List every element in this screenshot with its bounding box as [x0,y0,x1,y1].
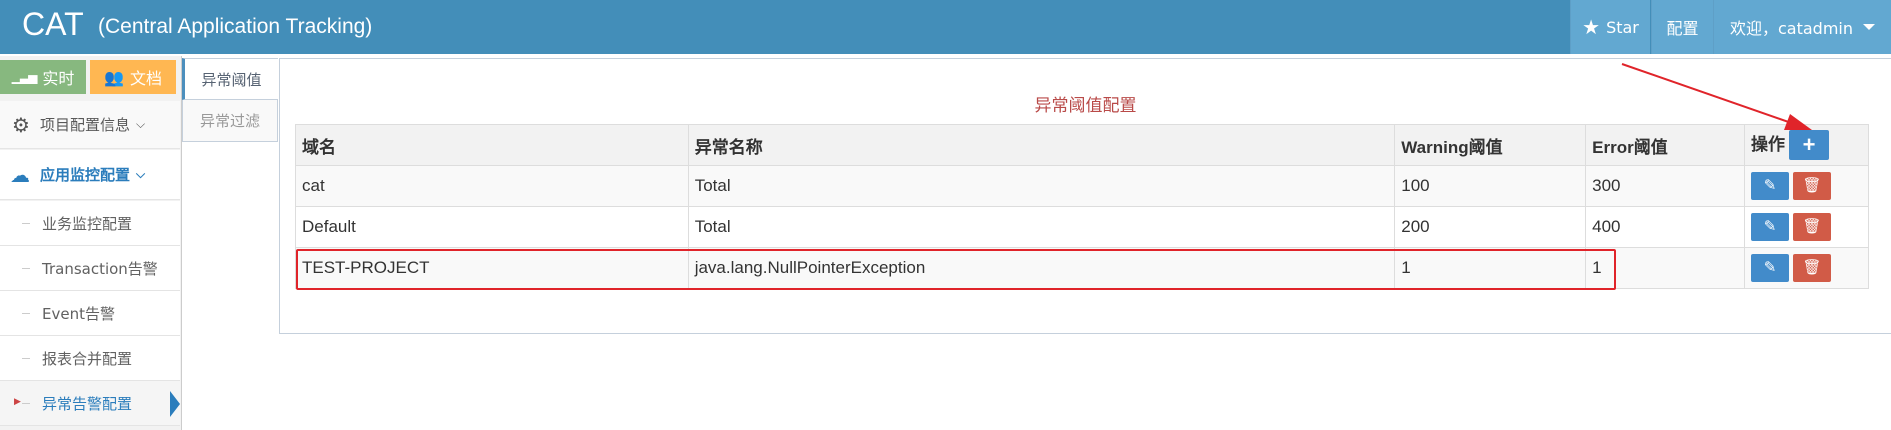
sidebar-subitem[interactable]: 业务监控配置 [0,201,180,246]
column-header: Error阈值 [1585,124,1746,166]
cell-error: 300 [1585,165,1746,207]
trash-icon: 🗑 [1802,177,1822,194]
column-header: Warning阈值 [1394,124,1587,166]
highlight-annotation [296,249,1616,290]
sidebar-subitem[interactable]: Event告警 [0,291,180,336]
cell-warning: 100 [1394,165,1587,207]
config-label: 配置 [1666,19,1699,38]
edit-icon: ✎ [1763,218,1777,235]
column-header: 域名 [295,124,689,166]
star-icon: ★ [1582,15,1601,39]
chevron-down-icon: ⌵ [135,117,146,131]
docs-button[interactable]: 👥 文档 [90,60,176,94]
cell-name: Total [687,206,1396,248]
cell-actions: ✎ 🗑 [1744,247,1869,289]
threshold-panel: 异常阈值配置 域名 异常名称 Warning阈值 Error阈值 操作 + cat… [279,58,1891,334]
cell-actions: ✎ 🗑 [1744,206,1869,248]
sidebar-subitem-label: Event告警 [42,304,115,323]
delete-button[interactable]: 🗑 [1793,254,1832,282]
chevron-down-icon: ⌵ [136,167,146,181]
user-menu[interactable]: 欢迎，catadmin [1713,0,1891,54]
add-button[interactable]: + [1789,130,1830,161]
table-row: cat Total 100 300 ✎ 🗑 [295,165,1869,207]
delete-button[interactable]: 🗑 [1793,172,1832,200]
edit-button[interactable]: ✎ [1751,172,1790,200]
star-label: Star [1606,17,1639,37]
brand-logo[interactable]: CAT [22,6,84,43]
tab-filter[interactable]: 异常过滤 [182,100,278,142]
active-pointer-icon [170,391,180,417]
app-monitor-label: 应用监控配置 [40,166,131,184]
realtime-button[interactable]: ▁▃▅ 实时 [0,60,86,94]
table-header-row: 域名 异常名称 Warning阈值 Error阈值 操作 + [295,124,1869,166]
chevron-down-icon [1863,24,1875,30]
sidebar-subitem-label: 业务监控配置 [42,214,133,233]
edit-button[interactable]: ✎ [1751,213,1790,241]
sidebar-subitem-active[interactable]: ▶ 异常告警配置 [0,381,180,426]
cell-domain: cat [295,165,689,207]
cell-domain: Default [295,206,689,248]
trash-icon: 🗑 [1802,218,1822,235]
users-icon: 👥 [104,67,124,87]
sidebar-subitem-label: 报表合并配置 [42,349,133,368]
tab-threshold[interactable]: 异常阈值 [182,58,278,100]
config-link[interactable]: 配置 [1651,0,1713,54]
delete-button[interactable]: 🗑 [1793,213,1832,241]
sidebar: ▁▃▅ 实时 👥 文档 ⚙ 项目配置信息 ⌵ ☁ 应用监控配置 ⌵ 业务监控配置… [0,56,182,430]
star-button[interactable]: ★ Star [1570,0,1650,54]
active-marker-icon: ▶ [14,397,21,407]
cell-warning: 200 [1394,206,1587,248]
vertical-tabs: 异常阈值 异常过滤 [182,58,278,142]
edit-button[interactable]: ✎ [1751,254,1790,282]
sidebar-subitem-label: 异常告警配置 [42,394,133,413]
column-header-actions: 操作 + [1744,124,1869,166]
docs-label: 文档 [129,69,162,88]
sidebar-subitem[interactable]: Transaction告警 [0,246,180,291]
top-navbar: CAT (Central Application Tracking) ★ Sta… [0,0,1891,54]
sidebar-item-app-monitor[interactable]: ☁ 应用监控配置 ⌵ [0,150,180,200]
column-header: 异常名称 [687,124,1396,166]
sidebar-subitem-label: Transaction告警 [42,259,158,278]
gears-icon: ⚙ [12,112,30,137]
cell-name: Total [687,165,1396,207]
column-header: 操作 [1751,134,1786,154]
realtime-label: 实时 [42,69,75,88]
brand-subtitle: (Central Application Tracking) [98,15,373,38]
cell-actions: ✎ 🗑 [1744,165,1869,207]
sidebar-item-project-config[interactable]: ⚙ 项目配置信息 ⌵ [0,101,180,149]
panel-title: 异常阈值配置 [1034,96,1137,116]
sidebar-subitem[interactable]: 报表合并配置 [0,336,180,381]
trash-icon: 🗑 [1802,259,1822,276]
edit-icon: ✎ [1763,177,1777,194]
plus-icon: + [1802,132,1816,158]
signal-icon: ▁▃▅ [11,70,38,84]
cloud-icon: ☁ [10,162,30,187]
table-row: Default Total 200 400 ✎ 🗑 [295,206,1869,248]
edit-icon: ✎ [1763,259,1777,276]
project-config-label: 项目配置信息 [39,116,130,134]
cell-error: 400 [1585,206,1746,248]
user-label: 欢迎，catadmin [1729,19,1853,38]
